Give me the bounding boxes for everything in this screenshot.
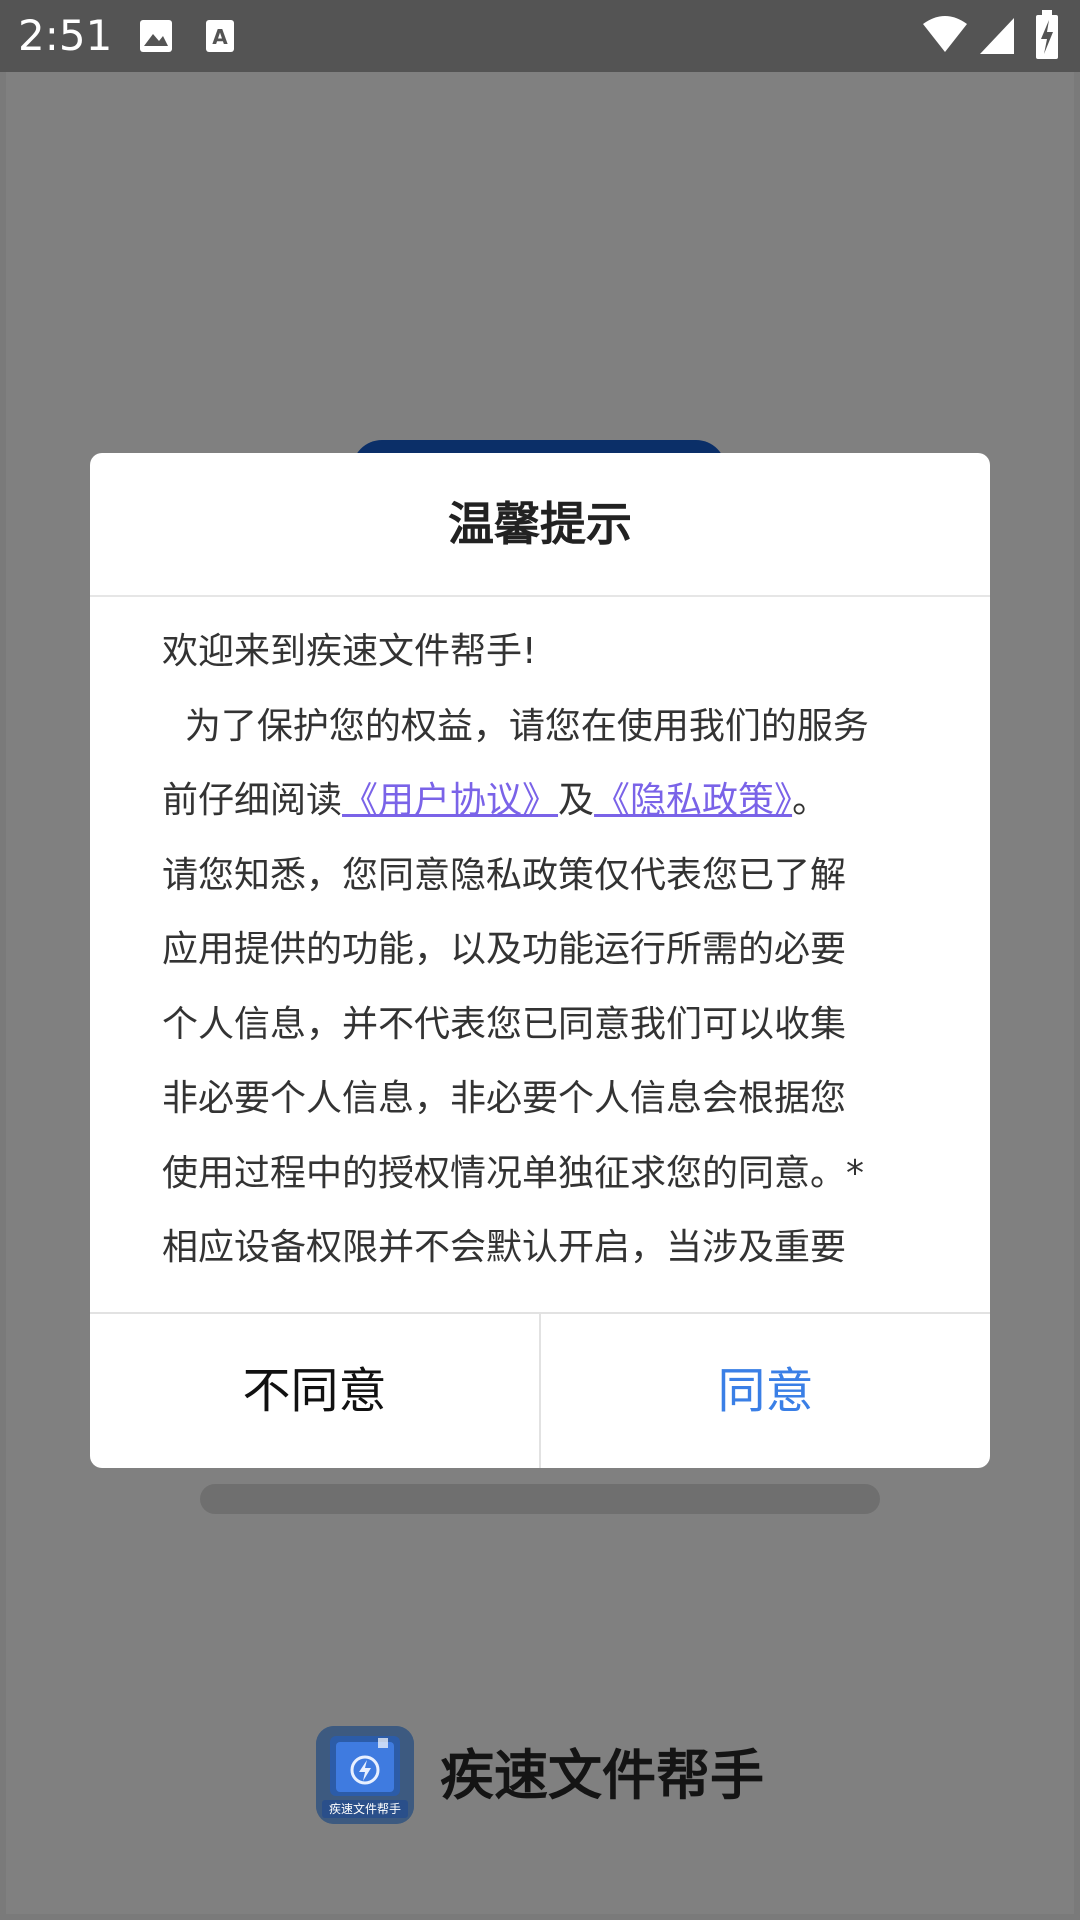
keyboard-a-icon: A bbox=[204, 16, 236, 60]
user-agreement-link[interactable]: 《用户协议》 bbox=[342, 780, 558, 821]
app-name: 疾速文件帮手 bbox=[440, 1744, 764, 1807]
body-line: 相应设备权限并不会默认开启，当涉及重要 bbox=[162, 1227, 847, 1268]
signal-icon bbox=[978, 14, 1016, 60]
body-line: 请您知悉，您同意隐私政策仅代表您已了解 bbox=[162, 854, 847, 896]
status-bar: 2:51 A bbox=[0, 0, 1080, 72]
body-line: 非必要个人信息，非必要个人信息会根据您 bbox=[162, 1078, 847, 1119]
body-line: 为了保护您的权益，请您在使用我们的服务 bbox=[162, 705, 869, 747]
body-text-prefix: 前仔细阅读 bbox=[162, 780, 343, 821]
body-line: 欢迎来到疾速文件帮手! bbox=[162, 631, 537, 672]
body-text-mid: 及 bbox=[558, 780, 595, 821]
body-line: 使用过程中的授权情况单独征求您的同意。* bbox=[162, 1152, 865, 1194]
status-time: 2:51 bbox=[18, 11, 113, 60]
dialog-title: 温馨提示 bbox=[448, 497, 632, 551]
body-text-suffix: 。 bbox=[792, 780, 829, 821]
body-line: 应用提供的功能，以及功能运行所需的必要 bbox=[162, 929, 847, 970]
image-icon bbox=[138, 16, 174, 60]
wifi-icon bbox=[922, 14, 968, 58]
privacy-dialog: 温馨提示 欢迎来到疾速文件帮手! 为了保护您的权益，请您在使用我们的服务 前仔细… bbox=[90, 453, 990, 1468]
dialog-body-text: 欢迎来到疾速文件帮手! 为了保护您的权益，请您在使用我们的服务 前仔细阅读《用户… bbox=[162, 615, 934, 1286]
body-line-links: 前仔细阅读《用户协议》及《隐私政策》。 bbox=[162, 764, 934, 839]
svg-text:A: A bbox=[212, 25, 228, 49]
disagree-button[interactable]: 不同意 bbox=[90, 1314, 539, 1468]
privacy-policy-link[interactable]: 《隐私政策》 bbox=[594, 780, 792, 821]
battery-charging-icon bbox=[1034, 10, 1060, 64]
body-line: 个人信息，并不代表您已同意我们可以收集 bbox=[162, 1003, 847, 1045]
agree-button[interactable]: 同意 bbox=[541, 1314, 990, 1468]
dialog-body-scroll[interactable]: 欢迎来到疾速文件帮手! 为了保护您的权益，请您在使用我们的服务 前仔细阅读《用户… bbox=[162, 615, 934, 1305]
title-divider bbox=[90, 595, 990, 597]
app-logo: 疾速文件帮手 bbox=[316, 1726, 414, 1824]
background-progress-bar bbox=[200, 1484, 880, 1514]
logo-text: 疾速文件帮手 bbox=[328, 1802, 401, 1816]
